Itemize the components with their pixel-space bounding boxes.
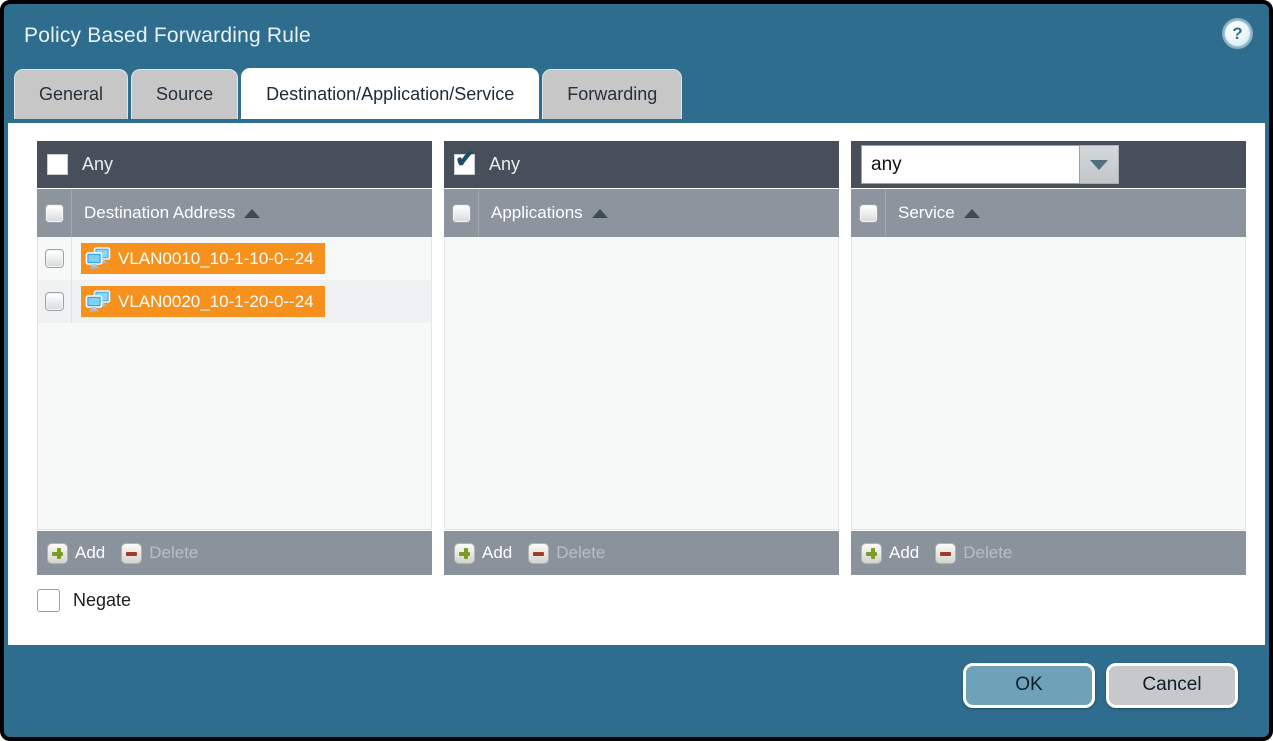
add-application-button[interactable]: Add (454, 543, 512, 564)
minus-icon (528, 543, 549, 564)
plus-icon (861, 543, 882, 564)
dialog-footer: OK Cancel (8, 637, 1265, 733)
row-checkbox-cell (38, 280, 72, 323)
destination-address-header[interactable]: Destination Address (37, 189, 432, 237)
row-checkbox-cell (38, 237, 72, 280)
checkmark-icon: ✔ (455, 148, 475, 172)
help-icon[interactable]: ? (1224, 20, 1251, 47)
header-checkbox-cell (37, 189, 71, 237)
minus-icon (935, 543, 956, 564)
service-toolbar: Add Delete (851, 531, 1246, 575)
address-object-label: VLAN0010_10-1-10-0--24 (118, 249, 314, 269)
applications-header-checkbox[interactable] (453, 205, 470, 222)
address-icon (85, 247, 112, 271)
add-label: Add (889, 543, 919, 563)
tab-forwarding[interactable]: Forwarding (542, 69, 682, 119)
destination-toolbar: Add Delete (37, 531, 432, 575)
policy-based-forwarding-dialog: Policy Based Forwarding Rule ? General S… (0, 0, 1273, 741)
tab-general[interactable]: General (14, 69, 128, 119)
title-bar: Policy Based Forwarding Rule ? (4, 4, 1269, 68)
negate-label: Negate (73, 590, 131, 611)
negate-row: Negate (37, 589, 1265, 612)
destination-header-checkbox[interactable] (46, 205, 63, 222)
applications-toolbar: Add Delete (444, 531, 839, 575)
applications-column: ✔ Any Applications Add (444, 141, 839, 575)
header-divider (478, 189, 479, 237)
ok-button[interactable]: OK (963, 663, 1095, 708)
negate-checkbox[interactable] (37, 589, 60, 612)
plus-icon (47, 543, 68, 564)
delete-label: Delete (963, 543, 1012, 563)
columns-container: Any Destination Address (37, 141, 1265, 575)
destination-any-bar: Any (37, 141, 432, 188)
tab-bar: General Source Destination/Application/S… (4, 68, 1269, 119)
service-type-value[interactable]: any (861, 145, 1080, 184)
header-checkbox-cell (851, 189, 885, 237)
destination-any-checkbox[interactable] (47, 154, 68, 175)
destination-header-label: Destination Address (84, 203, 235, 223)
destination-any-label: Any (82, 154, 113, 175)
delete-service-button[interactable]: Delete (935, 543, 1012, 564)
applications-any-checkbox[interactable]: ✔ (454, 154, 475, 175)
plus-icon (454, 543, 475, 564)
add-destination-button[interactable]: Add (47, 543, 105, 564)
dropdown-button[interactable] (1080, 145, 1119, 184)
header-divider (71, 189, 72, 237)
service-header[interactable]: Service (851, 189, 1246, 237)
destination-address-list: VLAN0010_10-1-10-0--24 VLAN0020_10-1-20-… (37, 237, 432, 530)
table-row: VLAN0010_10-1-10-0--24 (38, 237, 431, 280)
tab-source[interactable]: Source (131, 69, 238, 119)
add-label: Add (75, 543, 105, 563)
address-object[interactable]: VLAN0010_10-1-10-0--24 (81, 243, 325, 274)
applications-header-label: Applications (491, 203, 583, 223)
sort-ascending-icon (244, 209, 260, 218)
add-label: Add (482, 543, 512, 563)
address-object-label: VLAN0020_10-1-20-0--24 (118, 292, 314, 312)
delete-label: Delete (556, 543, 605, 563)
header-divider (885, 189, 886, 237)
row-checkbox[interactable] (46, 293, 63, 310)
row-checkbox[interactable] (46, 250, 63, 267)
applications-list (444, 237, 839, 530)
add-service-button[interactable]: Add (861, 543, 919, 564)
service-type-dropdown[interactable]: any (861, 145, 1119, 184)
chevron-down-icon (1090, 160, 1108, 170)
sort-ascending-icon (592, 209, 608, 218)
address-object[interactable]: VLAN0020_10-1-20-0--24 (81, 286, 325, 317)
minus-icon (121, 543, 142, 564)
service-header-label: Service (898, 203, 955, 223)
table-row: VLAN0020_10-1-20-0--24 (38, 280, 431, 323)
service-dropdown-bar: any (851, 141, 1246, 188)
address-icon (85, 290, 112, 314)
service-list (851, 237, 1246, 530)
cancel-button[interactable]: Cancel (1106, 663, 1238, 708)
applications-header[interactable]: Applications (444, 189, 839, 237)
tab-content: Any Destination Address (8, 123, 1265, 645)
delete-application-button[interactable]: Delete (528, 543, 605, 564)
service-column: any Service (851, 141, 1246, 575)
destination-address-column: Any Destination Address (37, 141, 432, 575)
applications-any-bar: ✔ Any (444, 141, 839, 188)
sort-ascending-icon (964, 209, 980, 218)
tab-destination-application-service[interactable]: Destination/Application/Service (241, 68, 539, 119)
applications-any-label: Any (489, 154, 520, 175)
delete-label: Delete (149, 543, 198, 563)
header-checkbox-cell (444, 189, 478, 237)
service-header-checkbox[interactable] (860, 205, 877, 222)
dialog-title: Policy Based Forwarding Rule (24, 24, 311, 48)
delete-destination-button[interactable]: Delete (121, 543, 198, 564)
